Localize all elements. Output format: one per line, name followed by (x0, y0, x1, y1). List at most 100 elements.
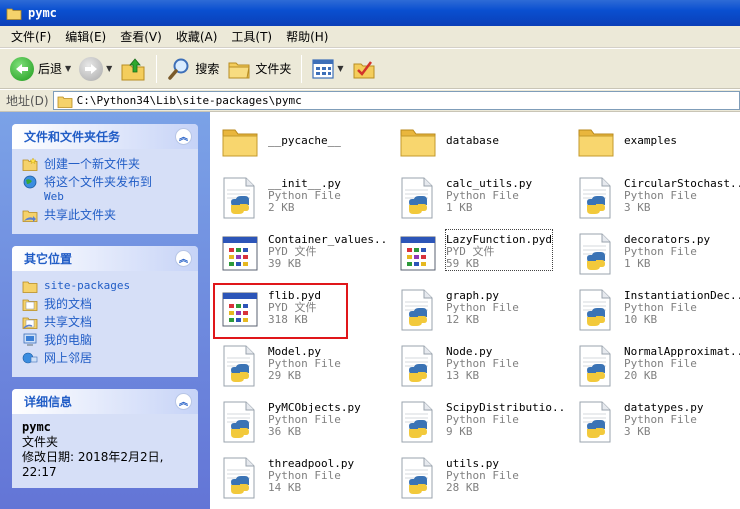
file-icon-wrap (574, 342, 618, 390)
other-places-header[interactable]: 其它位置 ︽ (12, 246, 198, 271)
file-size: 3 KB (624, 201, 651, 214)
my-documents-icon (22, 299, 38, 311)
file-item[interactable]: LazyFunction.pyd PYD 文件 59 KB (396, 229, 566, 280)
details-modified: 修改日期: 2018年2月2日, (22, 450, 164, 464)
file-meta: InstantiationDec... Python File 10 KB (624, 286, 740, 326)
sync-button[interactable] (348, 53, 380, 85)
file-size: 59 KB (446, 257, 480, 270)
collapse-icon[interactable]: ︽ (175, 128, 192, 145)
up-folder-button[interactable] (116, 53, 150, 85)
file-icon-wrap (396, 118, 440, 166)
place-shared-documents[interactable]: 共享文档 (22, 315, 188, 329)
forward-arrow-icon (79, 56, 104, 81)
file-icon-wrap (574, 230, 618, 278)
details-type: 文件夹 (22, 435, 59, 449)
folder-icon (22, 281, 38, 293)
file-item[interactable]: utils.py Python File 28 KB (396, 454, 566, 504)
file-item[interactable]: PyMCObjects.py Python File 36 KB (218, 398, 388, 448)
file-size: 20 KB (624, 369, 658, 382)
python-file-icon (401, 289, 433, 331)
forward-button[interactable]: ▼ (75, 53, 116, 85)
place-my-documents-label: 我的文档 (44, 297, 93, 311)
python-file-icon (223, 345, 255, 387)
toolbar-separator (301, 54, 303, 83)
menu-file[interactable]: 文件(F) (4, 27, 58, 47)
file-name: examples (624, 134, 677, 147)
place-my-documents[interactable]: 我的文档 (22, 297, 188, 311)
toolbar: 后退 ▼ ▼ 搜索 文件夹 ▼ (0, 49, 740, 89)
folder-item[interactable]: __pycache__ (218, 118, 388, 168)
python-file-icon (401, 177, 433, 219)
file-item[interactable]: Container_values... PYD 文件 39 KB (218, 230, 388, 280)
file-size: 12 KB (446, 313, 480, 326)
file-size: 2 KB (268, 201, 295, 214)
back-arrow-icon (10, 56, 34, 81)
python-file-icon (401, 457, 433, 499)
menu-help[interactable]: 帮助(H) (279, 27, 335, 47)
address-input[interactable]: C:\Python34\Lib\site-packages\pymc (52, 91, 740, 110)
file-tasks-header[interactable]: 文件和文件夹任务 ︽ (12, 124, 198, 149)
place-site-packages[interactable]: site-packages (22, 279, 188, 293)
file-item[interactable]: ScipyDistributio... Python File 9 KB (396, 398, 566, 448)
place-network[interactable]: 网上邻居 (22, 351, 188, 365)
menu-favorites[interactable]: 收藏(A) (169, 27, 225, 47)
network-icon (22, 352, 38, 364)
window-title: pymc (28, 6, 57, 20)
collapse-icon[interactable]: ︽ (175, 250, 192, 267)
file-name: __pycache__ (268, 134, 341, 147)
details-title: 详细信息 (24, 395, 73, 409)
menu-tools[interactable]: 工具(T) (224, 27, 279, 47)
place-site-packages-label: site-packages (44, 279, 131, 292)
dropdown-arrow-icon[interactable]: ▼ (65, 64, 71, 73)
new-folder-icon (22, 157, 38, 171)
menu-view[interactable]: 查看(V) (113, 27, 169, 47)
file-item[interactable]: CircularStochast... Python File 3 KB (574, 174, 740, 224)
file-meta: PyMCObjects.py Python File 36 KB (268, 398, 361, 438)
file-meta: __pycache__ (268, 118, 341, 147)
folder-item[interactable]: database (396, 118, 566, 168)
place-my-computer[interactable]: 我的电脑 (22, 333, 188, 347)
menu-edit[interactable]: 编辑(E) (58, 27, 113, 47)
dropdown-arrow-icon[interactable]: ▼ (106, 64, 112, 73)
file-size: 39 KB (268, 257, 302, 270)
file-size: 1 KB (624, 257, 651, 270)
dropdown-arrow-icon[interactable]: ▼ (337, 64, 343, 73)
file-icon-wrap (396, 286, 440, 334)
share-folder-icon (22, 210, 38, 222)
collapse-icon[interactable]: ︽ (175, 393, 192, 410)
file-meta: calc_utils.py Python File 1 KB (446, 174, 532, 214)
file-item[interactable]: decorators.py Python File 1 KB (574, 230, 740, 280)
file-item[interactable]: InstantiationDec... Python File 10 KB (574, 286, 740, 336)
task-publish-web[interactable]: 将这个文件夹发布到 Web (22, 175, 188, 204)
file-item[interactable]: calc_utils.py Python File 1 KB (396, 174, 566, 224)
file-item[interactable]: Node.py Python File 13 KB (396, 342, 566, 392)
file-item[interactable]: __init__.py Python File 2 KB (218, 174, 388, 224)
details-header[interactable]: 详细信息 ︽ (12, 389, 198, 414)
address-bar: 地址(D) C:\Python34\Lib\site-packages\pymc (0, 90, 740, 112)
file-icon-wrap (218, 398, 262, 446)
python-file-icon (579, 289, 611, 331)
file-meta: ScipyDistributio... Python File 9 KB (446, 398, 566, 438)
file-size: 9 KB (446, 425, 473, 438)
file-item[interactable]: Model.py Python File 29 KB (218, 342, 388, 392)
file-item[interactable]: graph.py Python File 12 KB (396, 286, 566, 336)
folders-button[interactable]: 文件夹 (223, 53, 295, 85)
task-new-folder-label: 创建一个新文件夹 (44, 157, 141, 171)
views-button[interactable]: ▼ (308, 53, 347, 85)
other-places-panel: 其它位置 ︽ site-packages 我的文档 共享文档 我的电脑 网上邻居 (12, 246, 198, 377)
task-new-folder[interactable]: 创建一个新文件夹 (22, 157, 188, 171)
file-icon-wrap (574, 398, 618, 446)
file-icon-wrap (396, 230, 440, 278)
search-button[interactable]: 搜索 (163, 53, 223, 85)
file-item[interactable]: threadpool.py Python File 14 KB (218, 454, 388, 504)
file-item[interactable]: NormalApproximat... Python File 20 KB (574, 342, 740, 392)
python-file-icon (401, 345, 433, 387)
file-item[interactable]: datatypes.py Python File 3 KB (574, 398, 740, 448)
task-share-folder[interactable]: 共享此文件夹 (22, 208, 188, 222)
folder-icon (578, 129, 614, 157)
back-button[interactable]: 后退 ▼ (6, 53, 75, 85)
file-meta: Container_values... PYD 文件 39 KB (268, 230, 388, 270)
file-icon-wrap (396, 398, 440, 446)
folder-item[interactable]: examples (574, 118, 740, 168)
file-tasks-panel: 文件和文件夹任务 ︽ 创建一个新文件夹 将这个文件夹发布到 Web 共享此文件夹 (12, 124, 198, 234)
